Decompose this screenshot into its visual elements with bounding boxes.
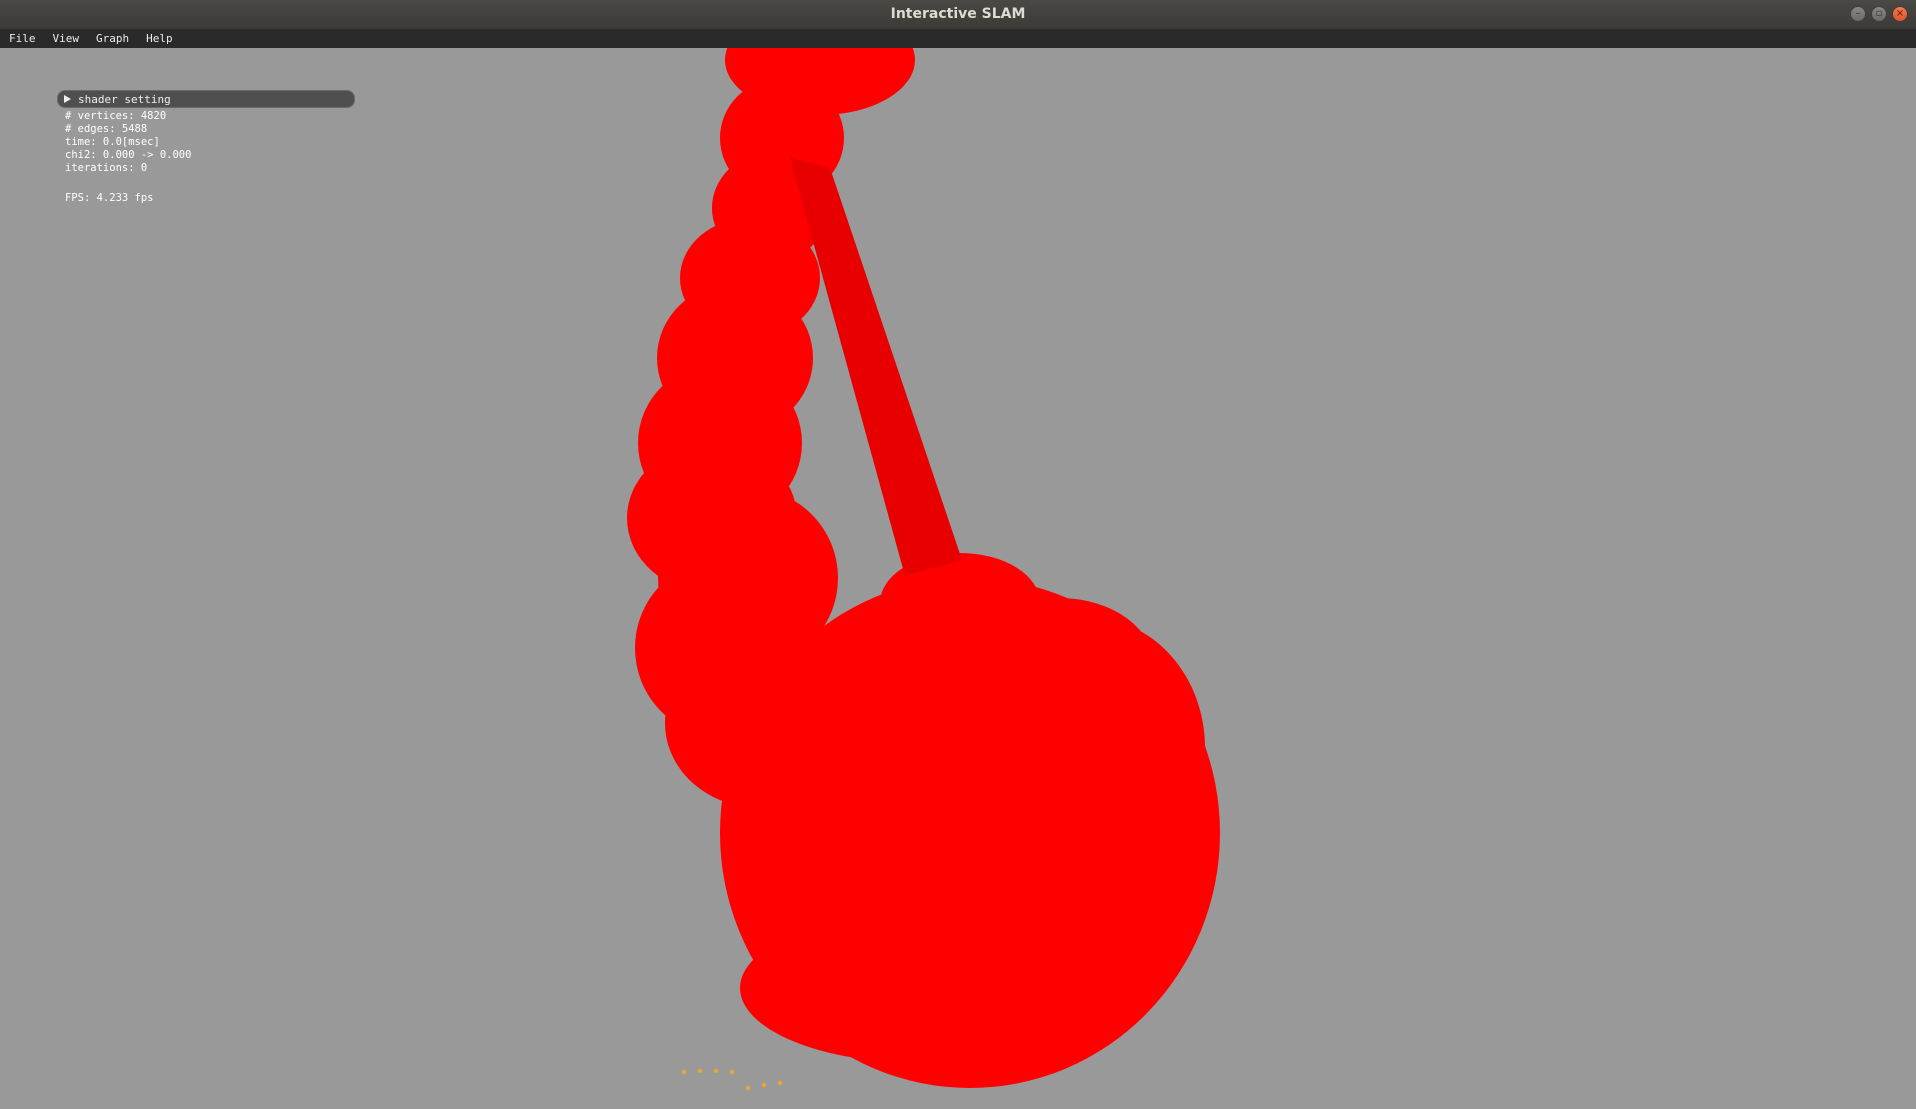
vertex-marker [714, 1069, 718, 1073]
iterations-count: iterations: 0 [65, 162, 148, 174]
menu-bar: File View Graph Help [0, 30, 1916, 48]
vertex-marker [778, 1081, 782, 1085]
info-panel: shader setting # vertices: 4820 # edges:… [57, 90, 355, 205]
vertices-count: # vertices: 4820 [65, 110, 167, 122]
trajectory-blob [965, 598, 1155, 738]
vertex-marker [730, 1070, 734, 1074]
graph-stats: # vertices: 4820 # edges: 5488 time: 0.0… [57, 110, 355, 205]
vertex-marker [682, 1070, 686, 1074]
window-controls: – ▫ × [1850, 6, 1908, 22]
menu-help[interactable]: Help [146, 30, 173, 48]
loop-closure-edge [790, 158, 962, 576]
close-icon[interactable]: × [1892, 6, 1908, 22]
maximize-icon[interactable]: ▫ [1871, 6, 1887, 22]
fps-readout: FPS: 4.233 fps [65, 192, 154, 204]
menu-file[interactable]: File [9, 30, 36, 48]
menu-view[interactable]: View [53, 30, 80, 48]
vertex-marker [746, 1086, 750, 1090]
minimize-icon[interactable]: – [1850, 6, 1866, 22]
pose-graph-render [627, 48, 1220, 1090]
window-title: Interactive SLAM [890, 6, 1026, 22]
collapse-arrow-icon[interactable] [64, 95, 71, 103]
3d-viewport[interactable] [0, 48, 1916, 1109]
edges-count: # edges: 5488 [65, 123, 148, 135]
trajectory-blob [740, 913, 1100, 1063]
chi2-value: chi2: 0.000 -> 0.000 [65, 149, 192, 161]
vertex-markers [682, 1069, 782, 1090]
shader-setting-label: shader setting [78, 92, 171, 106]
shader-setting-header[interactable]: shader setting [57, 90, 355, 108]
vertex-marker [698, 1069, 702, 1073]
optimization-time: time: 0.0[msec] [65, 136, 160, 148]
vertex-marker [762, 1083, 766, 1087]
menu-graph[interactable]: Graph [96, 30, 129, 48]
title-bar: Interactive SLAM – ▫ × [0, 0, 1916, 30]
